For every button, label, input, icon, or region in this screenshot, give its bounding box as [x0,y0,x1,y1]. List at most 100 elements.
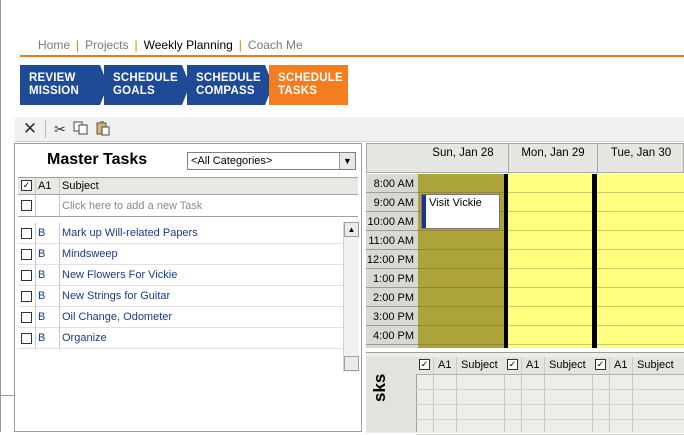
scroll-up-icon[interactable]: ▲ [344,222,359,237]
new-task-placeholder: Click here to add a new Task [62,200,203,212]
time-label: 8:00 AM [373,178,414,190]
hour-gridline [508,211,592,212]
step-schedule-goals[interactable]: SCHEDULE GOALS [104,65,182,105]
select-all-checkbox[interactable]: ✓ [419,359,430,370]
window-edge [0,0,1,432]
category-select[interactable]: <All Categories> ▼ [187,152,356,170]
task-checkbox[interactable] [21,312,32,323]
hour-gridline [597,287,684,288]
task-checkbox[interactable] [21,228,32,239]
time-label: 11:00 AM [368,235,414,247]
table-row[interactable]: B New Flowers For Vickie [18,265,343,286]
hour-gridline [508,287,592,288]
hour-gridline [366,230,418,231]
day-task-col-line [592,375,593,432]
task-priority: B [38,248,46,260]
task-checkbox[interactable] [21,200,32,211]
task-subject[interactable]: New Strings for Guitar [62,290,170,302]
close-icon[interactable]: ✕ [21,120,39,138]
hour-gridline [418,287,504,288]
hour-gridline [366,325,418,326]
day-task-header-mon: ✓ A1 Subject [504,357,592,375]
day-task-header-sun: ✓ A1 Subject [416,357,504,375]
task-list-scrollbar[interactable]: ▲ [343,222,359,372]
subject-column-header[interactable]: Subject [62,180,99,192]
day-task-col-line [632,375,633,432]
cut-icon[interactable]: ✂ [53,120,67,138]
time-label: 10:00 AM [367,216,414,228]
hour-gridline [508,325,592,326]
nav-weekly-planning[interactable]: Weekly Planning [144,38,233,52]
day-task-col-line [433,375,434,432]
table-row[interactable]: B Mark up Will-related Papers [18,223,343,244]
hour-gridline [508,306,592,307]
hour-gridline [418,230,504,231]
hour-gridline [418,344,504,345]
select-all-checkbox[interactable]: ✓ [595,359,606,370]
time-label: 4:00 PM [373,330,414,342]
hour-gridline [366,306,418,307]
task-checkbox[interactable] [21,333,32,344]
hour-gridline [418,325,504,326]
day-task-col-line [609,375,610,432]
hour-gridline [366,211,418,212]
day-task-col-line [521,375,522,432]
step-schedule-compass[interactable]: SCHEDULE COMPASS [187,65,265,105]
task-priority: B [38,311,46,323]
day-column-tue[interactable] [597,174,684,348]
hour-gridline [366,192,418,193]
time-label: 2:00 PM [373,292,414,304]
task-priority: B [38,332,46,344]
nav-home[interactable]: Home [38,38,70,52]
task-checkbox[interactable] [21,291,32,302]
task-subject[interactable]: Organize [62,332,107,344]
day-task-col-line [456,375,457,432]
appointment-marker [422,195,426,228]
table-row[interactable]: B Organize [18,328,343,349]
day-header-mon[interactable]: Mon, Jan 29 [509,147,597,159]
paste-icon[interactable] [95,120,111,138]
hour-gridline [418,249,504,250]
step-schedule-tasks[interactable]: SCHEDULE TASKS [269,65,348,105]
hour-gridline [508,249,592,250]
hour-gridline [418,192,504,193]
table-row[interactable]: B Mindsweep [18,244,343,265]
day-task-col-line [504,375,505,432]
nav-projects[interactable]: Projects [85,38,128,52]
select-all-checkbox[interactable]: ✓ [507,359,518,370]
task-priority: B [38,227,46,239]
nav-underline [20,55,684,57]
master-tasks-title: Master Tasks [47,151,148,168]
nav-coach-me[interactable]: Coach Me [248,38,303,52]
appointment[interactable]: Visit Vickie [421,194,500,229]
day-header-tue[interactable]: Tue, Jan 30 [598,147,684,159]
task-subject[interactable]: Oil Change, Odometer [62,311,172,323]
day-column-mon[interactable] [508,174,592,348]
select-all-checkbox[interactable]: ✓ [21,180,32,191]
copy-icon[interactable] [73,120,89,138]
chevron-down-icon[interactable]: ▼ [339,153,355,169]
time-label: 3:00 PM [373,311,414,323]
table-row[interactable]: B Oil Change, Odometer [18,307,343,328]
task-subject[interactable]: Mark up Will-related Papers [62,227,198,239]
scroll-thumb[interactable] [344,356,359,371]
appointment-title: Visit Vickie [429,197,482,209]
toolbar: ✕ ✂ [15,117,684,142]
task-subject[interactable]: Mindsweep [62,248,118,260]
step-review-mission[interactable]: REVIEW MISSION [20,65,100,105]
hour-gridline [366,268,418,269]
hour-gridline [597,249,684,250]
task-checkbox[interactable] [21,249,32,260]
day-task-header-tue: ✓ A1 Subject [592,357,684,375]
task-priority: B [38,269,46,281]
task-checkbox[interactable] [21,270,32,281]
new-task-row[interactable]: Click here to add a new Task [18,195,358,217]
task-subject[interactable]: New Flowers For Vickie [62,269,177,281]
day-header-sun[interactable]: Sun, Jan 28 [420,147,506,159]
priority-column-header[interactable]: A1 [38,180,51,192]
window-edge [0,395,14,396]
hour-gridline [366,287,418,288]
time-label: 1:00 PM [373,273,414,285]
hour-gridline [597,211,684,212]
table-row[interactable]: B New Strings for Guitar [18,286,343,307]
